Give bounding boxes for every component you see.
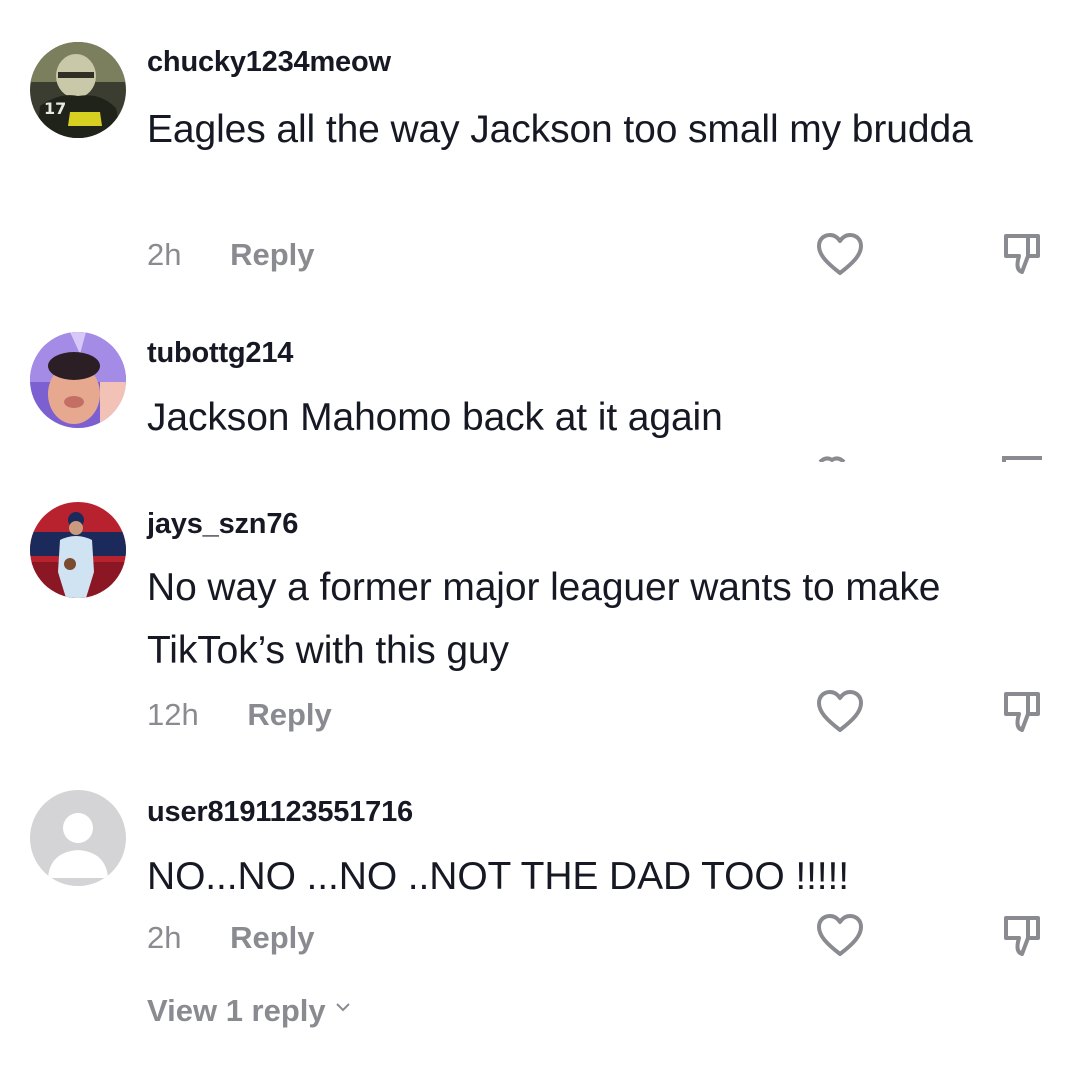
view-replies-label: View 1 reply xyxy=(147,993,326,1028)
avatar[interactable] xyxy=(30,790,126,886)
comment-time: 12h xyxy=(147,697,199,732)
comment-text: NO...NO ...NO ..NOT THE DAD TOO !!!!! xyxy=(147,855,850,898)
svg-text:17: 17 xyxy=(44,99,66,118)
clipped-action-row xyxy=(0,452,1080,462)
username[interactable]: chucky1234meow xyxy=(147,46,391,79)
football-player-avatar-icon: 17 xyxy=(30,42,126,138)
selfie-avatar-icon xyxy=(30,332,126,428)
default-user-avatar-icon xyxy=(30,790,126,886)
comment-meta: 2h Reply xyxy=(147,237,315,273)
baseball-player-avatar-icon xyxy=(30,502,126,598)
like-heart-icon[interactable] xyxy=(815,688,865,734)
reply-button[interactable]: Reply xyxy=(247,697,331,732)
view-replies-button[interactable]: View 1 reply xyxy=(147,993,350,1029)
like-heart-icon[interactable] xyxy=(815,912,865,958)
username[interactable]: tubottg214 xyxy=(147,337,293,370)
username[interactable]: jays_szn76 xyxy=(147,508,298,541)
comment-time: 2h xyxy=(147,237,182,272)
avatar[interactable]: 17 xyxy=(30,42,126,138)
dislike-icon[interactable] xyxy=(998,912,1046,960)
dislike-icon xyxy=(1002,456,1042,462)
like-heart-icon xyxy=(818,456,846,462)
comment-text: Jackson Mahomo back at it again xyxy=(147,396,723,439)
avatar[interactable] xyxy=(30,332,126,428)
dislike-icon[interactable] xyxy=(998,230,1046,278)
comment-meta: 12h Reply xyxy=(147,697,332,733)
reply-button[interactable]: Reply xyxy=(230,237,314,272)
comment-meta: 2h Reply xyxy=(147,920,315,956)
like-heart-icon[interactable] xyxy=(815,231,865,277)
comment-text: No way a former major leaguer wants to m… xyxy=(147,566,941,672)
reply-button[interactable]: Reply xyxy=(230,920,314,955)
comment-text: Eagles all the way Jackson too small my … xyxy=(147,108,973,151)
avatar[interactable] xyxy=(30,502,126,598)
username[interactable]: user8191123551716 xyxy=(147,796,413,829)
dislike-icon[interactable] xyxy=(998,688,1046,736)
chevron-down-icon xyxy=(335,1003,350,1012)
comment-time: 2h xyxy=(147,920,182,955)
